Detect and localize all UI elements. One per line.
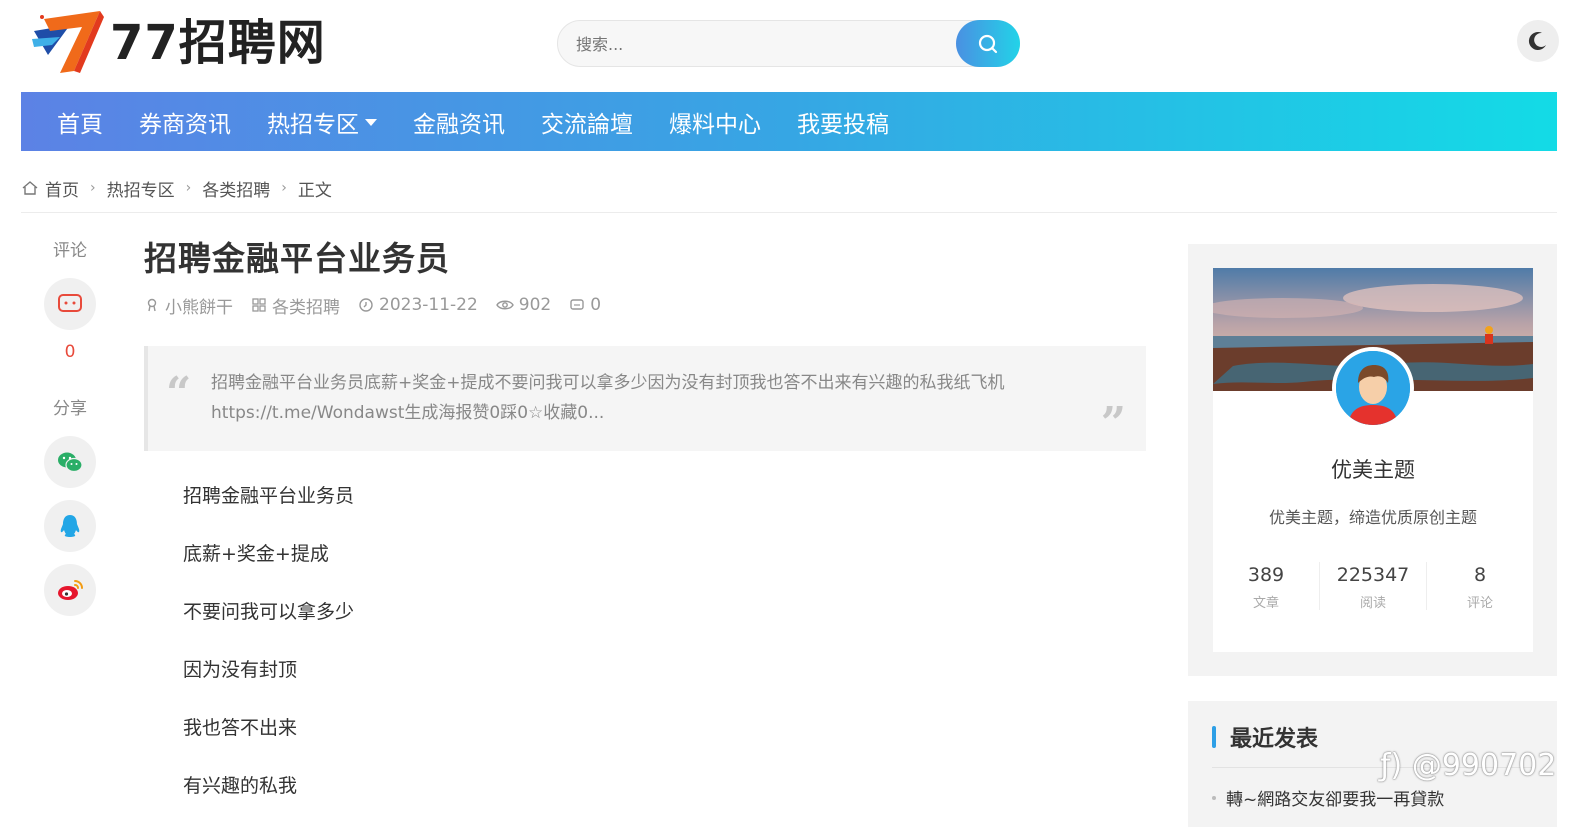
moon-icon — [1528, 32, 1546, 51]
comment-icon — [570, 299, 584, 310]
stat-value: 225347 — [1336, 564, 1410, 586]
home-icon — [22, 181, 38, 195]
article: 招聘金融平台业务员 小熊餅干 各类招聘 2023-11-22 902 0 “ 招… — [144, 234, 1146, 827]
eye-icon — [495, 300, 514, 310]
quote-close-icon: ” — [1100, 398, 1126, 449]
article-paragraph: 有兴趣的私我 — [183, 775, 298, 797]
clock-icon — [359, 298, 373, 312]
nav-item-home[interactable]: 首頁 — [57, 105, 103, 139]
article-excerpt: “ 招聘金融平台业务员底薪+奖金+提成不要问我可以拿多少因为没有封顶我也答不出来… — [144, 346, 1146, 451]
nav-item-hot-jobs-label: 热招专区 — [267, 111, 359, 138]
caret-down-icon — [365, 119, 377, 126]
recent-post-link[interactable]: 轉~網路交友卻要我一再貸款 — [1212, 785, 1444, 810]
comment-label: 评论 — [53, 241, 87, 261]
chevron-right-icon: › — [185, 180, 192, 196]
nav-item-tips-center[interactable]: 爆料中心 — [669, 105, 761, 139]
search-icon — [978, 34, 998, 53]
meta-date: 2023-11-22 — [358, 295, 478, 315]
meta-comments[interactable]: 0 — [569, 295, 601, 315]
article-paragraph: 不要问我可以拿多少 — [183, 601, 355, 623]
stat-value: 8 — [1473, 564, 1487, 586]
logo-mark-icon — [30, 9, 106, 77]
meta-category-text: 各类招聘 — [272, 297, 340, 318]
stat-label: 阅读 — [1359, 596, 1386, 611]
qq-icon — [60, 515, 80, 537]
stat-label: 文章 — [1252, 596, 1279, 611]
chevron-right-icon: › — [90, 180, 96, 196]
bullet-icon — [1212, 795, 1216, 800]
share-wechat-button[interactable] — [44, 436, 96, 488]
main-nav: 首頁 券商资讯 热招专区 金融资讯 交流論壇 爆料中心 我要投稿 — [21, 92, 1557, 151]
meta-comments-text: 0 — [590, 295, 602, 315]
share-label: 分享 — [53, 399, 87, 419]
avatar[interactable] — [1332, 347, 1414, 429]
breadcrumb-home[interactable]: 首页 — [45, 176, 79, 201]
stat-label: 评论 — [1466, 596, 1493, 611]
user-icon — [147, 298, 157, 312]
meta-author-text: 小熊餅干 — [165, 297, 233, 318]
meta-views: 902 — [495, 295, 552, 315]
stat-comments: 8 评论 — [1427, 562, 1533, 611]
profile-name[interactable]: 优美主题 — [1213, 454, 1533, 484]
watermark-logo-icon: ƒ) — [1380, 748, 1403, 783]
wechat-icon — [58, 452, 83, 473]
breadcrumb-category[interactable]: 各类招聘 — [202, 176, 270, 201]
divider — [21, 212, 1557, 213]
logo-text: 77招聘网 — [110, 15, 326, 71]
breadcrumb: 首页 › 热招专区 › 各类招聘 › 正文 — [21, 172, 332, 204]
article-title: 招聘金融平台业务员 — [144, 239, 450, 278]
stat-value: 389 — [1247, 564, 1285, 586]
watermark-handle: @990702 — [1411, 748, 1557, 783]
stat-reads: 225347 阅读 — [1320, 562, 1427, 611]
quote-open-icon: “ — [166, 368, 192, 419]
stat-articles: 389 文章 — [1213, 562, 1320, 611]
meta-category[interactable]: 各类招聘 — [251, 293, 340, 318]
meta-author[interactable]: 小熊餅干 — [144, 293, 233, 318]
recent-posts-title: 最近发表 — [1230, 727, 1319, 752]
profile-inner: 优美主题 优美主题，缔造优质原创主题 389 文章 225347 阅读 8 评论 — [1213, 268, 1533, 652]
site-logo[interactable]: 77招聘网 — [30, 8, 350, 78]
article-meta: 小熊餅干 各类招聘 2023-11-22 902 0 — [144, 292, 1146, 318]
meta-date-text: 2023-11-22 — [379, 295, 478, 315]
search-input[interactable] — [576, 33, 936, 55]
comment-button[interactable] — [44, 278, 96, 330]
comment-count: 0 — [64, 342, 76, 362]
share-weibo-button[interactable] — [44, 564, 96, 616]
nav-item-broker-news[interactable]: 券商资讯 — [139, 105, 231, 139]
nav-item-finance-news[interactable]: 金融资讯 — [413, 105, 505, 139]
article-paragraph: 我也答不出来 — [183, 717, 298, 739]
breadcrumb-current: 正文 — [297, 180, 332, 201]
comment-icon — [58, 294, 82, 312]
side-actions: 评论 0 分享 — [44, 236, 96, 616]
recent-posts-heading: 最近发表 — [1212, 723, 1319, 752]
breadcrumb-hot-jobs[interactable]: 热招专区 — [107, 176, 175, 201]
article-paragraph: 底薪+奖金+提成 — [183, 543, 329, 565]
grid-icon — [252, 298, 266, 312]
watermark-text: ƒ) @990702 — [1380, 748, 1556, 783]
search-box — [557, 20, 1020, 67]
share-qq-button[interactable] — [44, 500, 96, 552]
profile-stats: 389 文章 225347 阅读 8 评论 — [1213, 562, 1533, 611]
chevron-right-icon: › — [281, 180, 287, 196]
excerpt-line-1: 招聘金融平台业务员底薪+奖金+提成不要问我可以拿多少因为没有封顶我也答不出来有兴… — [211, 373, 1005, 393]
nav-item-forum[interactable]: 交流論壇 — [541, 105, 633, 139]
nav-item-hot-jobs[interactable]: 热招专区 — [267, 105, 377, 139]
dark-mode-toggle[interactable] — [1517, 20, 1559, 62]
weibo-icon — [58, 580, 83, 600]
profile-description: 优美主题，缔造优质原创主题 — [1268, 508, 1477, 527]
excerpt-line-2: https://t.me/Wondawst生成海报赞0踩0☆收藏0... — [211, 403, 605, 423]
article-paragraph: 因为没有封顶 — [183, 659, 298, 681]
nav-item-submit[interactable]: 我要投稿 — [797, 105, 889, 139]
heading-accent-bar — [1212, 726, 1216, 748]
recent-post-title: 轉~網路交友卻要我一再貸款 — [1226, 790, 1445, 810]
meta-views-text: 902 — [518, 295, 552, 315]
search-button[interactable] — [956, 20, 1020, 67]
author-profile-card: 优美主题 优美主题，缔造优质原创主题 389 文章 225347 阅读 8 评论 — [1188, 244, 1557, 676]
article-paragraph: 招聘金融平台业务员 — [183, 485, 355, 507]
header: 77招聘网 — [0, 0, 1595, 92]
